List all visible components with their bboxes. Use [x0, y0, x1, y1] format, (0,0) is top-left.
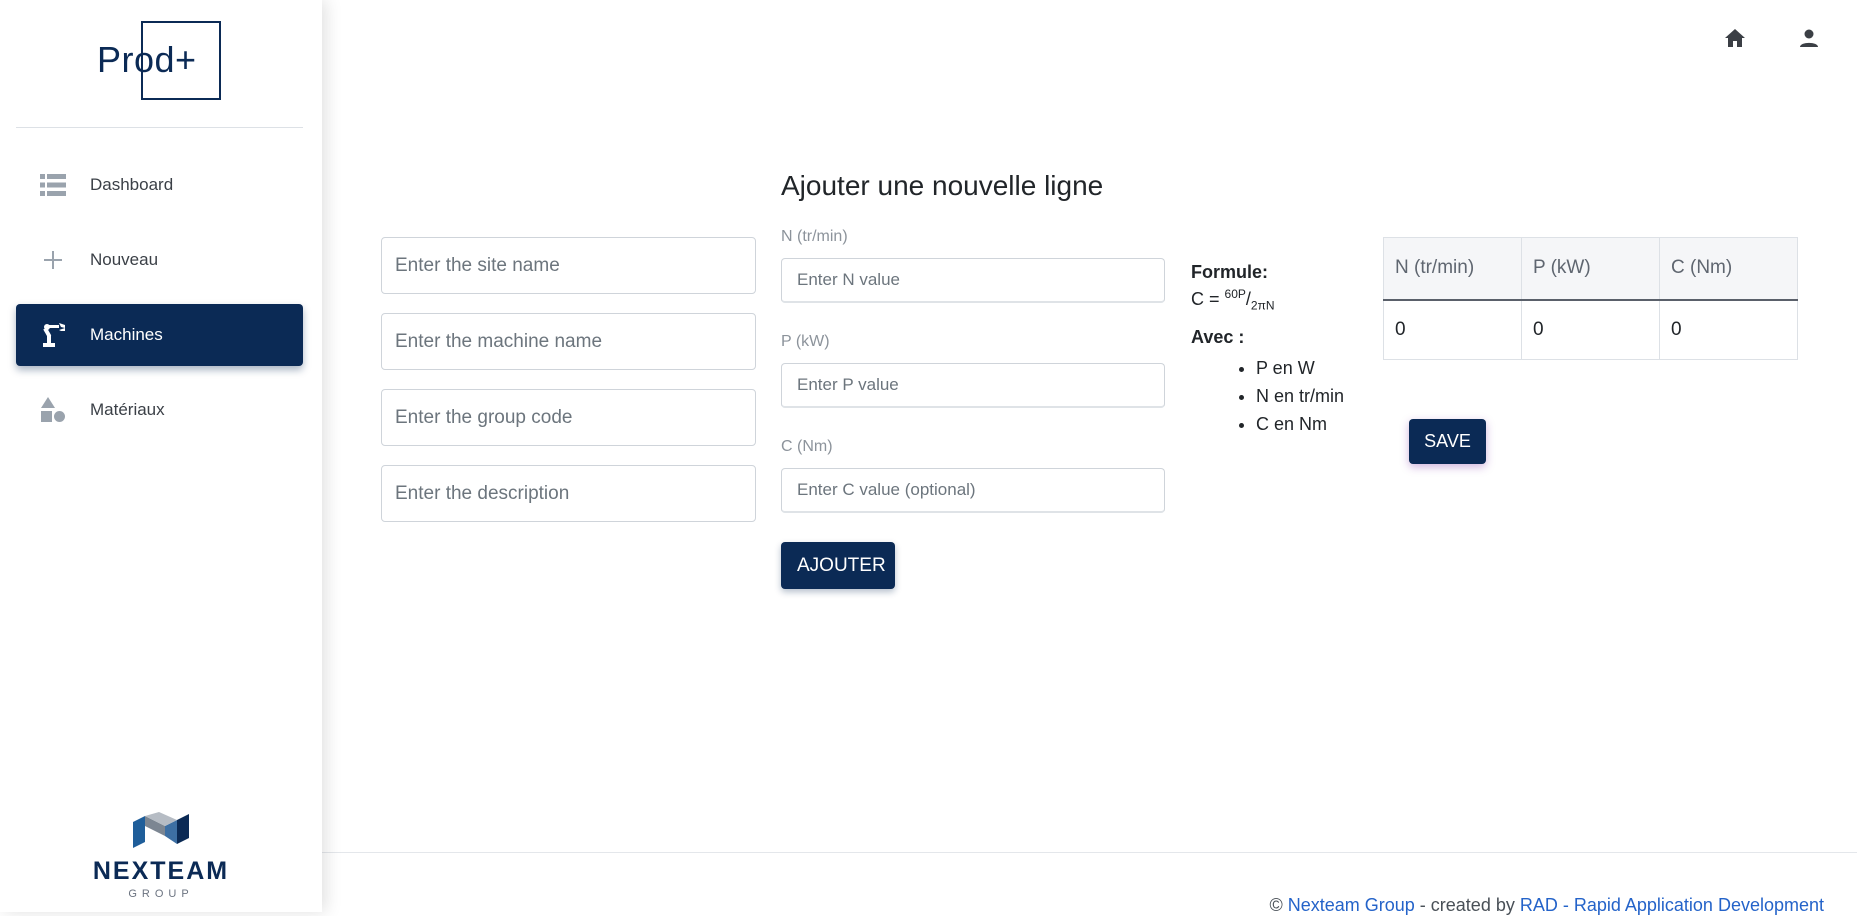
table-row: 0 0 0: [1383, 299, 1798, 360]
column-header: N (tr/min): [1383, 237, 1522, 301]
table-header-row: N (tr/min) P (kW) C (Nm): [1383, 237, 1798, 301]
sidebar-divider: [16, 127, 303, 128]
topbar-actions: [1723, 26, 1821, 50]
table-cell: 0: [1383, 299, 1522, 360]
save-button[interactable]: SAVE: [1409, 419, 1486, 464]
page-title: Ajouter une nouvelle ligne: [781, 170, 1104, 201]
nexteam-mark-icon: [133, 812, 189, 848]
sidebar-item-nouveau[interactable]: Nouveau: [16, 229, 303, 291]
formula-title: Formule:: [1191, 262, 1269, 282]
sidebar-item-label: Nouveau: [90, 250, 159, 269]
footer-prefix: ©: [1269, 895, 1288, 915]
formula-lhs: C =: [1191, 289, 1225, 309]
formula-panel: Formule: C = 60P/2πN Avec : P en W N en …: [1191, 262, 1371, 442]
list-item: N en tr/min: [1256, 386, 1371, 407]
footer-divider: [322, 852, 1857, 853]
sidebar-item-label: Machines: [90, 325, 163, 344]
sidebar-item-label: Matériaux: [90, 400, 165, 419]
sidebar-nav: Dashboard Nouveau Machines Matériaux: [16, 154, 303, 454]
creator-link[interactable]: RAD - Rapid Application Development: [1520, 895, 1824, 915]
sidebar-item-materiaux[interactable]: Matériaux: [16, 379, 303, 441]
user-icon[interactable]: [1797, 26, 1821, 50]
n-value-input[interactable]: [781, 258, 1165, 303]
sidebar: Prod+ Dashboard Nouveau Machines Matéria…: [0, 0, 322, 912]
plus-icon: [40, 247, 66, 273]
column-header: C (Nm): [1659, 237, 1798, 301]
units-list: P en W N en tr/min C en Nm: [1191, 358, 1371, 435]
formula-denominator: 2πN: [1250, 298, 1275, 313]
logo-text: Prod+: [97, 39, 197, 80]
table-cell: 0: [1521, 299, 1660, 360]
formula-numerator: 60P: [1224, 287, 1246, 301]
main-content: Ajouter une nouvelle ligne N (tr/min) P …: [322, 0, 1857, 915]
add-button[interactable]: AJOUTER: [781, 542, 895, 589]
app-logo[interactable]: Prod+: [97, 21, 221, 100]
column-header: P (kW): [1521, 237, 1660, 301]
formula-avec: Avec :: [1191, 326, 1245, 347]
sidebar-item-label: Dashboard: [90, 175, 174, 194]
sidebar-item-dashboard[interactable]: Dashboard: [16, 154, 303, 216]
machine-info-fields: [381, 237, 756, 541]
list-icon: [40, 172, 66, 198]
description-input[interactable]: [381, 465, 756, 522]
table-cell: 0: [1659, 299, 1798, 360]
shapes-icon: [40, 397, 66, 423]
brand-name: NEXTEAM: [92, 857, 230, 885]
values-fields: N (tr/min) P (kW) C (Nm): [781, 228, 1165, 543]
n-label: N (tr/min): [781, 228, 848, 245]
list-item: C en Nm: [1256, 414, 1371, 435]
p-label: P (kW): [781, 333, 830, 350]
values-table: N (tr/min) P (kW) C (Nm) 0 0 0: [1383, 237, 1798, 360]
c-value-input[interactable]: [781, 468, 1165, 513]
machine-name-input[interactable]: [381, 313, 756, 370]
footer-middle: - created by: [1414, 895, 1520, 915]
site-name-input[interactable]: [381, 237, 756, 294]
footer: © Nexteam Group - created by RAD - Rapid…: [1269, 895, 1824, 916]
brand-sub: GROUP: [128, 888, 194, 900]
p-value-input[interactable]: [781, 363, 1165, 408]
sidebar-item-machines[interactable]: Machines: [16, 304, 303, 366]
company-logo: NEXTEAM GROUP: [86, 812, 236, 900]
robot-arm-icon: [40, 322, 66, 348]
list-item: P en W: [1256, 358, 1371, 379]
c-label: C (Nm): [781, 438, 833, 455]
home-icon[interactable]: [1723, 26, 1747, 50]
company-link[interactable]: Nexteam Group: [1288, 895, 1415, 915]
formula-expression: C = 60P/2πN: [1191, 287, 1371, 313]
group-code-input[interactable]: [381, 389, 756, 446]
